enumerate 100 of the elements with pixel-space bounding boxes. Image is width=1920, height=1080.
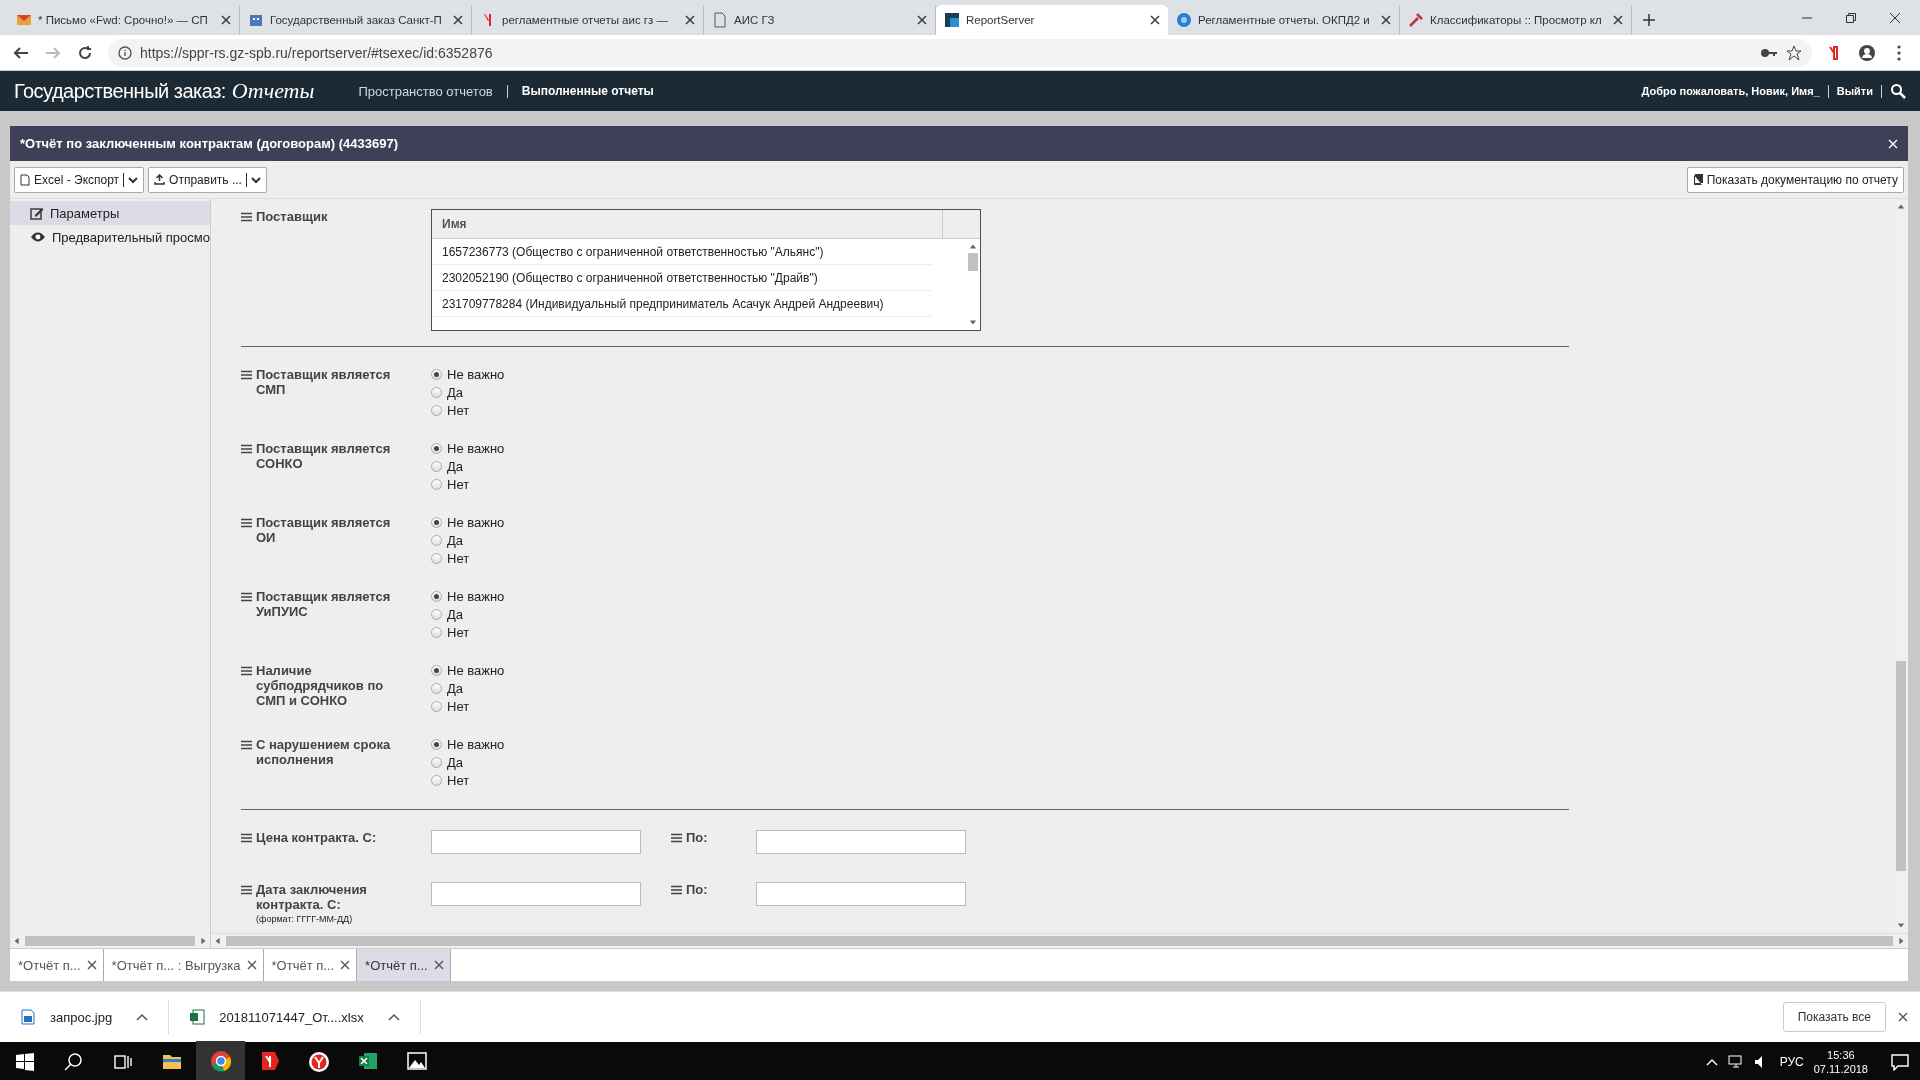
scroll-arrow-icon[interactable] [969,243,977,251]
scroll-arrow-icon[interactable] [969,318,977,326]
radio-label[interactable]: Да [447,459,464,474]
close-icon[interactable] [1613,15,1623,25]
toolbar-button[interactable]: Excel - Экспорт [14,166,145,193]
table-cell[interactable]: 2302052190 (Общество с ограниченной ответственностью "Драйв") [432,265,932,291]
close-icon[interactable] [453,15,463,25]
radio-button[interactable] [431,443,442,454]
radio-label[interactable]: Не важно [447,589,505,604]
radio-button[interactable] [431,701,442,712]
documentation-button[interactable]: Показать документацию по отчету [1686,166,1904,193]
download-item[interactable]: запрос.jpg [50,1009,113,1025]
radio-label[interactable]: Не важно [447,663,505,678]
reload-icon[interactable] [76,43,94,62]
radio-label[interactable]: Нет [447,477,470,492]
close-icon[interactable] [1890,13,1900,23]
radio-label[interactable]: Да [447,755,464,770]
restore-icon[interactable] [1846,13,1856,23]
input-field[interactable] [756,882,966,906]
radio-label[interactable]: Нет [447,551,470,566]
radio-button[interactable] [431,369,442,380]
scrollbar-thumb[interactable] [25,936,195,946]
close-icon[interactable] [86,960,97,970]
radio-button[interactable] [431,665,442,676]
network-icon[interactable] [1727,1055,1744,1069]
radio-button[interactable] [431,405,442,416]
download-item[interactable]: 201811071447_От....xlsx [219,1009,364,1025]
input-field[interactable] [756,830,966,854]
radio-label[interactable]: Нет [447,403,470,418]
logout-link[interactable]: Выйти [1836,85,1873,97]
brand-title[interactable]: Государственный заказ: [14,79,226,103]
caret-icon[interactable] [387,1013,400,1021]
info-icon[interactable] [118,45,132,60]
radio-button[interactable] [431,461,442,472]
browser-icon[interactable] [307,1051,330,1073]
scrollbar-thumb[interactable] [968,253,978,271]
nav-link[interactable]: Выполненные отчеты [507,84,668,98]
search-icon[interactable] [1890,83,1906,99]
caret-icon[interactable] [136,1013,149,1021]
address-bar[interactable]: https://sppr-rs.gz-spb.ru/reportserver/#tsexec/id:6352876 [108,38,1812,67]
input-field[interactable] [431,882,641,906]
table-cell[interactable]: 231709778284 (Индивидуальный предприниматель Асачук Андрей Андреевич) [432,291,932,317]
supplier-table[interactable]: Имя 1657236773 (Общество с ограниченной ответственностью "Альянс") 2302052190 (Общество с ограниченной ответственностью "Драйв") 231709778284 (Индивидуальный предприниматель Асачук Андрей Андреевич) [431,209,981,331]
nav-link[interactable]: Пространство отчетов [344,83,507,99]
close-icon[interactable] [433,960,444,970]
scrollbar-thumb[interactable] [1896,661,1906,871]
scrollbar-thumb[interactable] [226,936,1893,946]
start-icon[interactable] [13,1051,36,1073]
radio-button[interactable] [431,591,442,602]
radio-label[interactable]: Не важно [447,737,505,752]
close-icon[interactable] [917,15,927,25]
radio-button[interactable] [431,517,442,528]
radio-label[interactable]: Не важно [447,441,505,456]
radio-button[interactable] [431,683,442,694]
clock[interactable]: 15:36 07.11.2018 [1813,1048,1868,1076]
radio-label[interactable]: Нет [447,699,470,714]
radio-button[interactable] [431,535,442,546]
spreadsheet-icon[interactable] [356,1050,379,1072]
toolbar-button[interactable]: Отправить ... [148,166,267,193]
radio-button[interactable] [431,757,442,768]
account-icon[interactable] [1858,43,1876,62]
radio-label[interactable]: Нет [447,773,470,788]
radio-button[interactable] [431,387,442,398]
photos-icon[interactable] [405,1050,428,1072]
close-icon[interactable] [246,960,257,970]
radio-button[interactable] [431,479,442,490]
radio-label[interactable]: Да [447,385,464,400]
close-icon[interactable] [221,15,231,25]
star-icon[interactable] [1786,44,1802,61]
chevron-icon[interactable] [1705,1058,1718,1066]
scroll-arrow-icon[interactable] [13,937,21,945]
close-icon[interactable] [1150,15,1160,25]
radio-button[interactable] [431,739,442,750]
new-tab-icon[interactable] [1642,13,1656,27]
sidebar-item[interactable]: Предварительный просмо [10,225,210,249]
browser-tab[interactable]: ReportServer [936,5,1168,35]
radio-label[interactable]: Не важно [447,515,505,530]
table-cell[interactable]: 1657236773 (Общество с ограниченной ответственностью "Альянс") [432,239,932,265]
radio-label[interactable]: Не важно [447,367,505,382]
radio-label[interactable]: Нет [447,625,470,640]
brand-subtitle[interactable]: Отчеты [231,78,315,104]
radio-label[interactable]: Да [447,607,464,622]
radio-button[interactable] [431,775,442,786]
radio-button[interactable] [431,553,442,564]
search-icon[interactable] [62,1051,85,1073]
close-icon[interactable] [340,960,351,970]
close-icon[interactable] [685,15,695,25]
radio-button[interactable] [431,627,442,638]
report-tab[interactable]: *Отчёт п... [10,949,104,981]
input-field[interactable] [431,830,641,854]
browser-icon[interactable] [209,1050,232,1072]
report-tab[interactable]: *Отчёт п... : Выгрузка [103,949,264,981]
radio-button[interactable] [431,609,442,620]
sidebar-item[interactable]: Параметры [10,201,210,225]
language-indicator[interactable]: РУС [1779,1055,1804,1069]
report-tab[interactable]: *Отчёт п... [357,949,451,981]
radio-label[interactable]: Да [447,533,464,548]
notification-icon[interactable] [1890,1053,1910,1071]
scroll-arrow-icon[interactable] [1897,203,1905,211]
radio-label[interactable]: Да [447,681,464,696]
